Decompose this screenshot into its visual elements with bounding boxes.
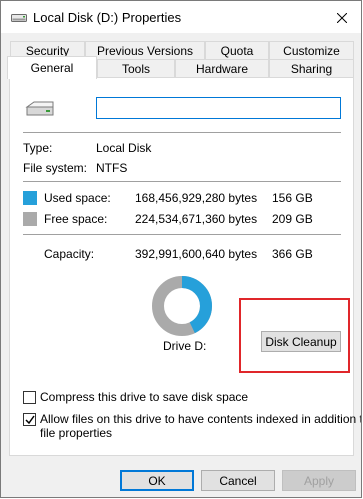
used-space-label: Used space:: [44, 191, 111, 205]
tab-quota[interactable]: Quota: [205, 41, 269, 59]
capacity-label: Capacity:: [44, 247, 95, 261]
index-checkbox[interactable]: [23, 413, 36, 426]
close-button[interactable]: [323, 1, 361, 33]
separator: [23, 181, 341, 182]
tab-general[interactable]: General: [7, 56, 97, 79]
separator: [23, 234, 341, 235]
tab-previous-versions[interactable]: Previous Versions: [85, 41, 205, 59]
title-bar[interactable]: Local Disk (D:) Properties: [1, 1, 361, 33]
compress-label: Compress this drive to save disk space: [40, 390, 249, 404]
highlight-annotation: [239, 298, 350, 373]
used-space-bytes: 168,456,929,280 bytes: [135, 191, 258, 205]
drive-icon: [25, 101, 54, 116]
cancel-button[interactable]: Cancel: [201, 470, 275, 491]
compress-checkbox[interactable]: [23, 391, 36, 404]
drive-icon: [11, 14, 27, 22]
used-space-size: 156 GB: [272, 191, 313, 205]
checkmark-icon: [25, 415, 35, 425]
index-label-line1: Allow files on this drive to have conten…: [40, 412, 362, 426]
tab-customize[interactable]: Customize: [269, 41, 354, 59]
free-space-bytes: 224,534,671,360 bytes: [135, 212, 258, 226]
drive-label: Drive D:: [163, 339, 207, 353]
separator: [23, 132, 341, 133]
index-label-line2: file properties: [40, 426, 113, 440]
drive-name-input[interactable]: [96, 97, 341, 119]
tab-sharing[interactable]: Sharing: [269, 59, 354, 77]
type-label: Type:: [23, 141, 53, 155]
type-value: Local Disk: [96, 141, 152, 155]
free-space-label: Free space:: [44, 212, 108, 226]
used-space-swatch: [23, 191, 37, 205]
tab-hardware[interactable]: Hardware: [175, 59, 269, 77]
free-space-size: 209 GB: [272, 212, 313, 226]
file-system-value: NTFS: [96, 161, 128, 175]
capacity-bytes: 392,991,600,640 bytes: [135, 247, 258, 261]
close-icon: [336, 12, 348, 24]
file-system-label: File system:: [23, 161, 88, 175]
properties-window: Local Disk (D:) Properties Security Prev…: [0, 0, 362, 498]
capacity-size: 366 GB: [272, 247, 313, 261]
apply-button[interactable]: Apply: [282, 470, 356, 491]
disk-usage-donut: [152, 276, 212, 336]
window-title: Local Disk (D:) Properties: [33, 10, 182, 25]
ok-button[interactable]: OK: [120, 470, 194, 491]
tab-tools[interactable]: Tools: [97, 59, 175, 77]
free-space-swatch: [23, 212, 37, 226]
